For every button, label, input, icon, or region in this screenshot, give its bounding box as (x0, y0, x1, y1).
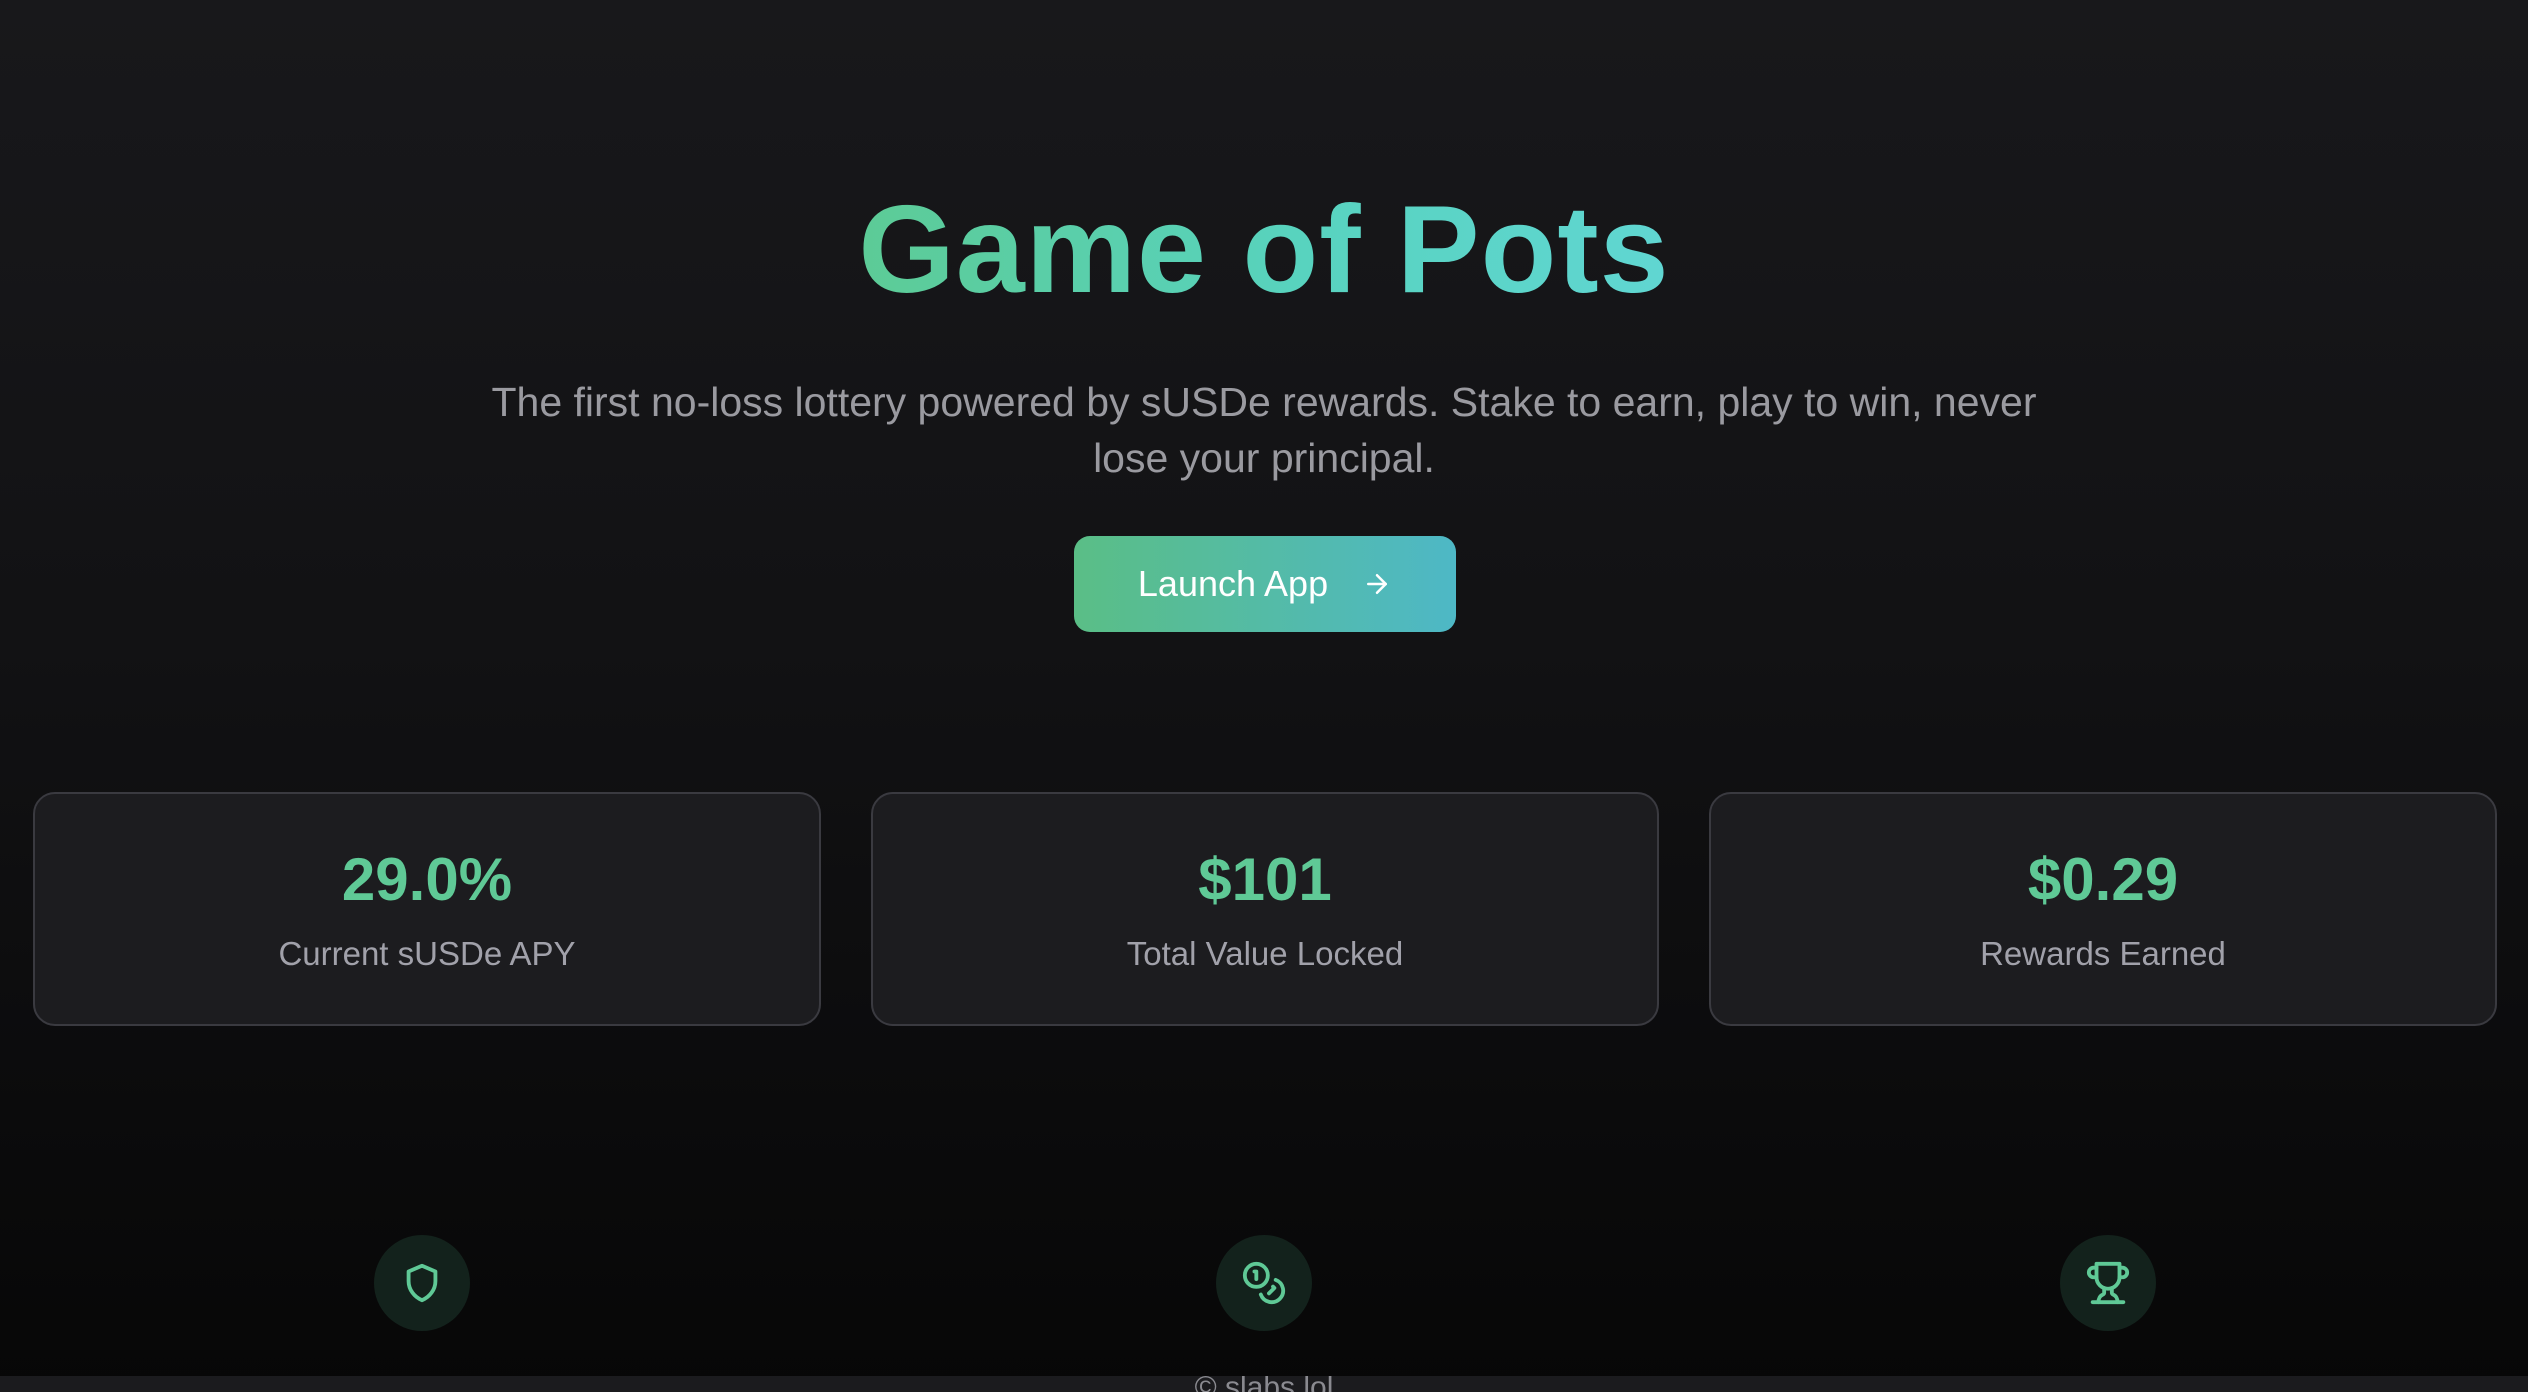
stat-value: $101 (1198, 846, 1332, 913)
footer-text: © slabs.lol (0, 1376, 2528, 1392)
stat-value: $0.29 (2027, 846, 2179, 913)
page-title: Game of Pots (0, 180, 2528, 320)
footer: © slabs.lol (0, 1376, 2528, 1392)
launch-app-label: Launch App (1137, 563, 1329, 604)
stat-label: Current sUSDe APY (278, 935, 576, 972)
stat-value: 29.0% (341, 846, 513, 913)
shield-icon (374, 1235, 470, 1331)
stat-label: Total Value Locked (1126, 935, 1404, 972)
arrow-right-icon (1362, 569, 1392, 599)
trophy-icon (2060, 1235, 2156, 1331)
stat-card-rewards: $0.29 Rewards Earned (1709, 792, 2497, 1026)
stat-card-apy: 29.0% Current sUSDe APY (33, 792, 821, 1026)
stat-card-tvl: $101 Total Value Locked (871, 792, 1659, 1026)
hero-subtitle: The first no-loss lottery powered by sUS… (491, 379, 2037, 481)
coins-icon (1216, 1235, 1312, 1331)
stat-label: Rewards Earned (1980, 935, 2226, 972)
page-title-text: Game of Pots (858, 181, 1670, 319)
launch-app-button[interactable]: Launch App (1074, 536, 1456, 632)
